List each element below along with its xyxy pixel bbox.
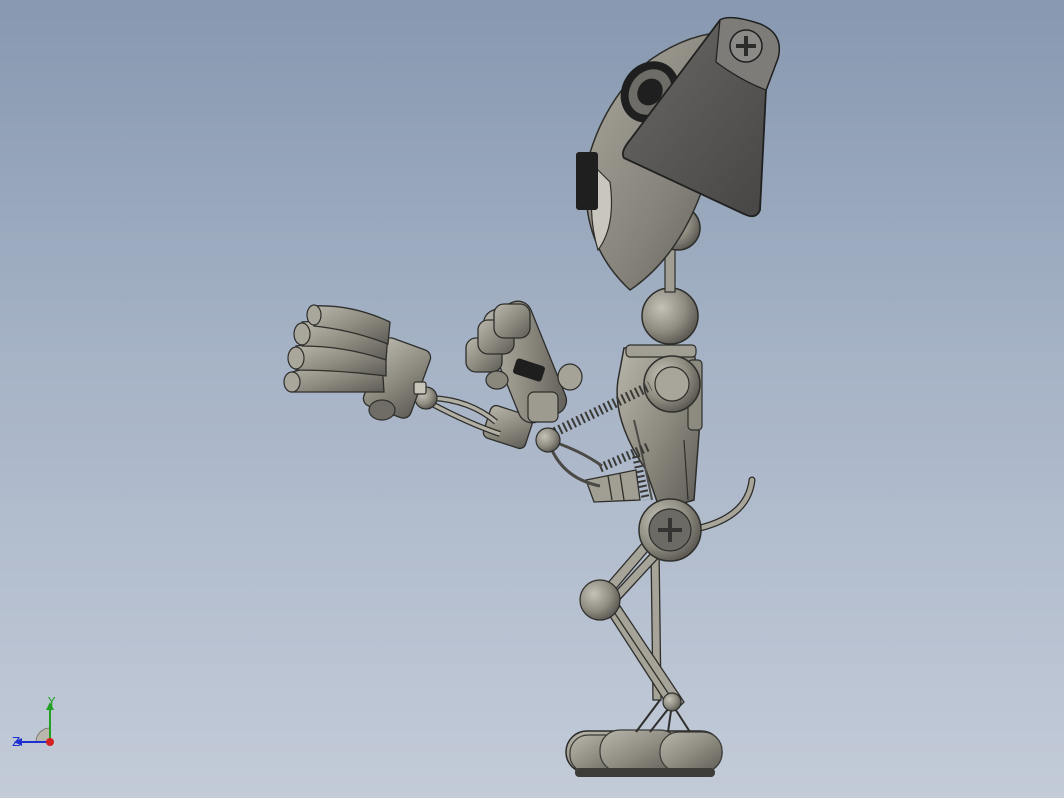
elbow-joint[interactable] [535, 427, 561, 453]
rear-hand[interactable] [465, 297, 583, 427]
y-axis-label: Y [47, 696, 56, 709]
robot-dog-model[interactable] [0, 0, 1064, 798]
feet[interactable] [565, 729, 723, 777]
front-hand[interactable] [283, 304, 433, 421]
ankle-joint[interactable] [662, 692, 682, 712]
shoulder-joint[interactable] [643, 355, 701, 413]
z-axis-label: Z [12, 735, 20, 749]
hip-joint[interactable] [638, 498, 702, 562]
graphics-viewport[interactable]: Y Z [0, 0, 1064, 798]
x-axis-icon [46, 738, 54, 746]
nose-icon [576, 152, 598, 210]
coordinate-triad: Y Z [12, 696, 56, 749]
knee-joint[interactable] [579, 579, 621, 621]
upper-arms[interactable] [546, 438, 641, 503]
